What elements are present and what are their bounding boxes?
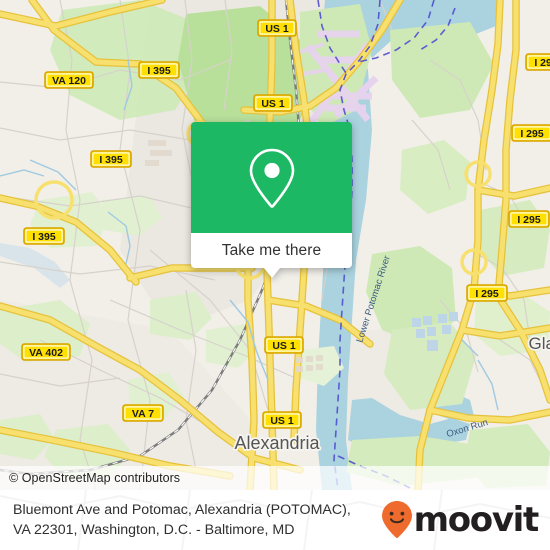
road-shield: I 395 bbox=[90, 150, 132, 168]
moovit-wordmark: moovit bbox=[413, 500, 540, 540]
road-shield: I 295 bbox=[511, 124, 550, 142]
road-shield-label: VA 7 bbox=[132, 408, 154, 420]
location-line-1: Bluemont Ave and Potomac, Alexandria (PO… bbox=[13, 502, 351, 518]
road-shield-label: I 295 bbox=[534, 57, 550, 69]
road-shield-label: US 1 bbox=[261, 98, 285, 110]
road-shield-label: US 1 bbox=[270, 415, 294, 427]
take-me-there-label: Take me there bbox=[221, 241, 322, 259]
road-shield: US 1 bbox=[257, 19, 297, 37]
popup-icon-area bbox=[191, 122, 352, 233]
take-me-there-popup[interactable]: Take me there bbox=[191, 122, 352, 278]
road-shield: US 1 bbox=[264, 336, 304, 354]
osm-attribution: © OpenStreetMap contributors bbox=[0, 466, 550, 490]
road-shield-label: US 1 bbox=[272, 340, 296, 352]
osm-attribution-text: © OpenStreetMap contributors bbox=[9, 471, 181, 485]
moovit-logo[interactable]: moovit bbox=[381, 500, 540, 540]
moovit-pin-icon bbox=[381, 501, 412, 539]
road-shield-label: VA 402 bbox=[29, 347, 63, 359]
road-shield-label: VA 120 bbox=[52, 75, 86, 87]
map-place-label: Alexandria bbox=[234, 433, 320, 453]
road-shield-label: I 395 bbox=[99, 154, 123, 166]
road-shield-label: I 295 bbox=[517, 214, 541, 226]
map-preview-screen: AlexandriaAlexandriaGlasGlasLower Potoma… bbox=[0, 0, 550, 550]
road-shield: US 1 bbox=[253, 94, 293, 112]
road-shield: VA 120 bbox=[44, 71, 94, 89]
map-pin-icon bbox=[249, 148, 294, 208]
popup-pointer-tail bbox=[263, 268, 280, 278]
road-shield: I 395 bbox=[23, 227, 65, 245]
road-shield: VA 7 bbox=[122, 404, 164, 422]
road-shield: I 295 bbox=[466, 284, 508, 302]
road-shield-label: US 1 bbox=[265, 23, 289, 35]
road-shield: I 295 bbox=[525, 53, 550, 71]
road-shield: VA 402 bbox=[21, 343, 71, 361]
location-description: Bluemont Ave and Potomac, Alexandria (PO… bbox=[0, 500, 351, 540]
road-shield-label: I 295 bbox=[520, 128, 544, 140]
road-shield: I 295 bbox=[508, 210, 550, 228]
road-shield-label: I 295 bbox=[475, 288, 499, 300]
road-shield-label: I 395 bbox=[147, 65, 171, 77]
road-shield: US 1 bbox=[262, 411, 302, 429]
map-place-label: Glas bbox=[529, 334, 550, 353]
popup-action-bar[interactable]: Take me there bbox=[191, 233, 352, 278]
road-shield: I 395 bbox=[138, 61, 180, 79]
road-shield-label: I 395 bbox=[32, 231, 56, 243]
location-line-2: VA 22301, Washington, D.C. - Baltimore, … bbox=[13, 522, 295, 538]
footer-bar: Bluemont Ave and Potomac, Alexandria (PO… bbox=[0, 490, 550, 550]
